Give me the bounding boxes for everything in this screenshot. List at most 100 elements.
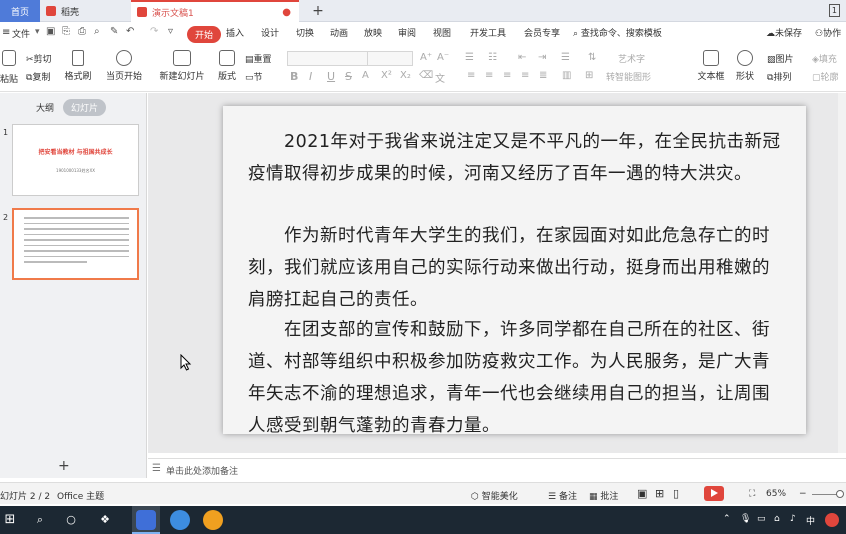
print-preview-icon[interactable]: ⌕ xyxy=(94,26,100,37)
format-painter-button[interactable]: 格式刷 xyxy=(64,50,92,82)
slide-paragraph-1[interactable]: 2021年对于我省来说注定又是不平凡的一年，在全民抗击新冠疫情取得初步成果的时候… xyxy=(248,126,783,190)
menu-slideshow[interactable]: 放映 xyxy=(364,26,382,39)
theme-name[interactable]: Office 主题 xyxy=(57,489,104,502)
slide-paragraph-2[interactable]: 作为新时代青年大学生的我们，在家园面对如此危急存亡的时刻，我们就应该用自己的实际… xyxy=(248,220,783,316)
slide-thumbnail-2[interactable] xyxy=(12,208,139,280)
browser-taskbar-icon[interactable] xyxy=(170,510,190,530)
section-button[interactable]: ▭节 xyxy=(245,70,263,83)
paste-button[interactable] xyxy=(0,50,18,69)
reset-button[interactable]: ▤重置 xyxy=(245,52,272,65)
font-size-select[interactable] xyxy=(367,51,413,66)
underline-button[interactable]: U xyxy=(327,70,335,83)
collab-button[interactable]: ⚇协作 xyxy=(815,26,841,39)
grow-font-icon[interactable]: A⁺ xyxy=(420,52,432,63)
save-icon[interactable]: ▣ xyxy=(46,26,55,37)
number-list-icon[interactable]: ☷ xyxy=(488,52,497,63)
sorter-view-icon[interactable]: ⊞ xyxy=(655,487,664,500)
redo-icon[interactable]: ↷ xyxy=(150,26,158,37)
file-dropdown-icon[interactable]: ▾ xyxy=(35,27,40,37)
fit-window-icon[interactable]: ⛶ xyxy=(749,489,755,499)
menu-review[interactable]: 审阅 xyxy=(398,26,416,39)
bullet-list-icon[interactable]: ☰ xyxy=(465,52,474,63)
play-slideshow-button[interactable] xyxy=(704,486,724,501)
justify-icon[interactable]: ≡ xyxy=(521,70,529,81)
paste-label[interactable]: 粘贴 xyxy=(0,72,18,85)
normal-view-icon[interactable]: ▣ xyxy=(637,487,647,500)
convert-graphic-button[interactable]: 转智能图形 xyxy=(606,70,651,83)
wps-taskbar-icon[interactable] xyxy=(136,510,156,530)
copy-button[interactable]: ⧉复制 xyxy=(26,70,50,83)
notes-toggle-button[interactable]: ☰ 备注 xyxy=(548,489,577,502)
tray-expand-icon[interactable]: ⌃ xyxy=(723,514,731,524)
quick-access-dropdown-icon[interactable]: ▿ xyxy=(168,26,173,37)
align-left-icon[interactable]: ≡ xyxy=(467,70,475,81)
menu-home[interactable]: 开始 xyxy=(187,26,222,43)
decrease-indent-icon[interactable]: ⇤ xyxy=(518,52,526,63)
zoom-out-button[interactable]: − xyxy=(799,489,807,499)
text-direction-icon[interactable]: ⇅ xyxy=(588,52,596,63)
cut-button[interactable]: ✂剪切 xyxy=(26,52,52,65)
smart-beautify-button[interactable]: ⬡ 智能美化 xyxy=(471,489,518,502)
font-color-icon[interactable]: A xyxy=(362,70,369,81)
export-icon[interactable]: ⎘ xyxy=(62,26,70,37)
new-slide-button[interactable]: 新建幻灯片 xyxy=(158,50,206,82)
tab-home[interactable]: 首页 xyxy=(0,0,40,22)
align-right-icon[interactable]: ≡ xyxy=(503,70,511,81)
slide-thumbnail-1[interactable]: 把安看当教材 与祖国共成长 1901000133姓名XX xyxy=(12,124,139,196)
undo-icon[interactable]: ↶ xyxy=(126,26,134,37)
italic-button[interactable]: I xyxy=(309,70,312,83)
print-icon[interactable]: ⎙ xyxy=(78,26,86,37)
input-language[interactable]: 中 xyxy=(806,514,815,527)
menu-insert[interactable]: 插入 xyxy=(226,26,244,39)
app-taskbar-icon[interactable] xyxy=(203,510,223,530)
align-text-icon[interactable]: ⊞ xyxy=(585,70,593,81)
unsaved-button[interactable]: ☁未保存 xyxy=(766,26,802,39)
wps-tray-icon[interactable] xyxy=(825,513,839,527)
new-tab-button[interactable]: + xyxy=(310,0,326,22)
from-current-button[interactable]: 当页开始 xyxy=(104,50,144,82)
format-icon[interactable]: ✎ xyxy=(110,26,118,37)
menu-animation[interactable]: 动画 xyxy=(330,26,348,39)
reading-view-icon[interactable]: ▯ xyxy=(673,487,679,500)
menu-file[interactable]: 文件 xyxy=(12,27,30,40)
strikethrough-button[interactable]: S xyxy=(345,70,352,83)
outline-button[interactable]: ▢轮廓 xyxy=(812,70,839,83)
window-count-button[interactable]: 1 xyxy=(828,4,840,17)
subscript-icon[interactable]: X₂ xyxy=(400,70,411,81)
superscript-icon[interactable]: X² xyxy=(381,70,392,81)
task-view-icon[interactable]: ○ xyxy=(63,512,79,528)
menu-transition[interactable]: 切换 xyxy=(296,26,314,39)
bold-button[interactable]: B xyxy=(290,70,298,83)
picture-button[interactable]: ▨图片 xyxy=(767,52,794,65)
notes-area[interactable]: ☰ 单击此处添加备注 xyxy=(148,458,846,478)
slide-paragraph-3[interactable]: 在团支部的宣传和鼓励下，许多同学都在自己所在的社区、街道、村部等组织中积极参加防… xyxy=(248,314,783,442)
menu-design[interactable]: 设计 xyxy=(261,26,279,39)
align-center-icon[interactable]: ≡ xyxy=(485,70,493,81)
tab-outline[interactable]: 大纲 xyxy=(36,101,54,114)
vertical-scrollbar[interactable] xyxy=(838,93,846,453)
distribute-icon[interactable]: ≣ xyxy=(539,70,547,81)
volume-icon[interactable]: ♪ xyxy=(790,514,796,524)
line-spacing-icon[interactable]: ☰ xyxy=(561,52,570,63)
columns-icon[interactable]: ▥ xyxy=(562,70,571,81)
text-box-button[interactable]: 文本框 xyxy=(695,50,727,82)
zoom-slider-handle[interactable] xyxy=(836,490,844,498)
app-grid-icon[interactable]: ❖ xyxy=(97,512,113,528)
zoom-level[interactable]: 65% xyxy=(766,489,786,499)
arrange-button[interactable]: ⧉排列 xyxy=(767,70,791,83)
tab-presentation[interactable]: 演示文稿1 ● xyxy=(131,0,299,22)
clear-format-icon[interactable]: ⌫ xyxy=(419,70,433,81)
menu-developer[interactable]: 开发工具 xyxy=(470,26,506,39)
add-slide-button[interactable]: + xyxy=(58,458,70,474)
search-taskbar-icon[interactable]: ⌕ xyxy=(32,512,48,528)
shrink-font-icon[interactable]: A⁻ xyxy=(437,52,449,63)
windows-start-icon[interactable]: ⊞ xyxy=(2,512,18,528)
menu-view[interactable]: 视图 xyxy=(433,26,451,39)
network-icon[interactable]: ⌂ xyxy=(774,514,780,524)
text-effect-icon[interactable]: 文 xyxy=(435,70,445,85)
menu-icon[interactable]: ≡ xyxy=(2,27,10,38)
shape-button[interactable]: 形状 xyxy=(733,50,757,82)
fill-button[interactable]: ◈填充 xyxy=(812,52,837,65)
increase-indent-icon[interactable]: ⇥ xyxy=(538,52,546,63)
layout-button[interactable]: 版式 xyxy=(214,50,240,82)
